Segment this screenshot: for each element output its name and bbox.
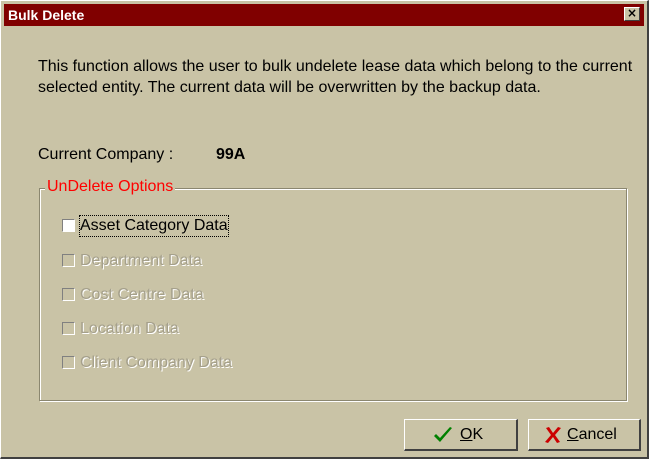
checkbox-box[interactable] <box>62 219 75 232</box>
checkbox-box <box>62 254 75 267</box>
checkbox-box <box>62 356 75 369</box>
close-button[interactable]: × <box>624 7 640 21</box>
checkbox-label: Client Company Data <box>80 354 233 371</box>
ok-label: OK <box>460 426 484 443</box>
checkbox-box <box>62 288 75 301</box>
checkbox-label[interactable]: Asset Category Data <box>79 215 229 237</box>
checkbox-label: Location Data <box>80 320 179 337</box>
current-company: Current Company : 99A <box>38 146 245 164</box>
checkbox-label: Department Data <box>80 252 202 269</box>
bulk-delete-dialog: Bulk Delete × This function allows the u… <box>0 0 649 459</box>
cancel-button[interactable]: Cancel <box>528 419 641 451</box>
group-legend: UnDelete Options <box>45 177 176 197</box>
checkbox-label: Cost Centre Data <box>80 286 204 303</box>
x-icon <box>545 427 561 443</box>
ok-button[interactable]: OK <box>404 419 518 451</box>
checkbox-box <box>62 322 75 335</box>
company-label: Current Company : <box>38 146 174 163</box>
cancel-label: Cancel <box>567 426 617 443</box>
company-value: 99A <box>216 146 246 163</box>
close-icon: × <box>626 6 638 20</box>
title-bar[interactable]: Bulk Delete × <box>4 4 644 26</box>
description-text: This function allows the user to bulk un… <box>38 58 633 96</box>
checkmark-icon <box>434 427 452 442</box>
window-title: Bulk Delete <box>8 7 85 23</box>
